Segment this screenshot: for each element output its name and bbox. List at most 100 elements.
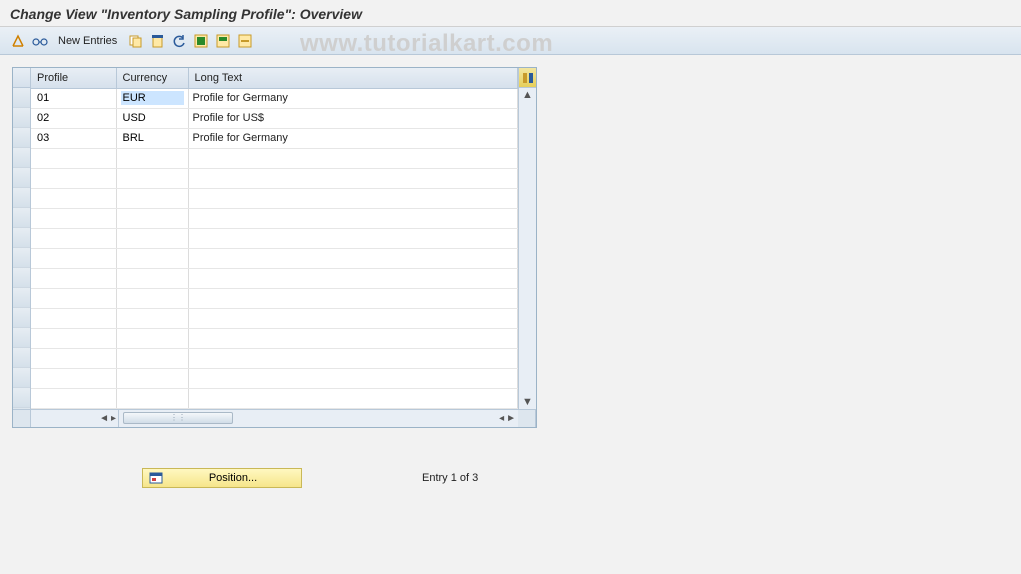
- cell-longtext[interactable]: [188, 168, 518, 188]
- currency-input[interactable]: [121, 211, 184, 225]
- row-selector[interactable]: [13, 208, 30, 228]
- select-all-icon[interactable]: [193, 33, 209, 49]
- cell-currency[interactable]: [116, 248, 188, 268]
- row-selector[interactable]: [13, 188, 30, 208]
- new-entries-button[interactable]: New Entries: [54, 35, 121, 47]
- scroll-last-icon[interactable]: ►: [506, 413, 516, 424]
- cell-currency[interactable]: [116, 168, 188, 188]
- table-row[interactable]: [31, 308, 518, 328]
- cell-profile[interactable]: [31, 168, 116, 188]
- currency-input[interactable]: [121, 191, 184, 205]
- table-row[interactable]: [31, 288, 518, 308]
- deselect-all-icon[interactable]: [237, 33, 253, 49]
- hscroll-track[interactable]: ⋮⋮ ◂ ►: [119, 410, 518, 427]
- table-row[interactable]: [31, 348, 518, 368]
- table-row[interactable]: [31, 368, 518, 388]
- row-selector[interactable]: [13, 168, 30, 188]
- hscroll-thumb[interactable]: ⋮⋮: [123, 412, 233, 424]
- table-row[interactable]: [31, 148, 518, 168]
- profile-input[interactable]: [35, 331, 112, 345]
- profile-input[interactable]: [35, 151, 112, 165]
- cell-longtext[interactable]: [188, 288, 518, 308]
- toggle-icon[interactable]: [10, 33, 26, 49]
- scroll-right-icon[interactable]: ◂: [499, 413, 504, 424]
- profile-input[interactable]: [35, 231, 112, 245]
- cell-profile[interactable]: [31, 148, 116, 168]
- currency-input[interactable]: [121, 271, 184, 285]
- cell-currency[interactable]: [116, 88, 188, 108]
- currency-input[interactable]: [121, 151, 184, 165]
- currency-input[interactable]: [121, 371, 184, 385]
- cell-longtext[interactable]: [188, 388, 518, 408]
- cell-currency[interactable]: [116, 328, 188, 348]
- cell-currency[interactable]: [116, 108, 188, 128]
- table-row[interactable]: [31, 388, 518, 408]
- row-selector[interactable]: [13, 368, 30, 388]
- col-header-profile[interactable]: Profile: [31, 68, 116, 88]
- row-selector[interactable]: [13, 388, 30, 408]
- profile-input[interactable]: [35, 111, 112, 125]
- position-button[interactable]: Position...: [142, 468, 302, 488]
- currency-input[interactable]: [121, 331, 184, 345]
- row-selector[interactable]: [13, 228, 30, 248]
- table-row[interactable]: Profile for US$: [31, 108, 518, 128]
- cell-profile[interactable]: [31, 348, 116, 368]
- profile-input[interactable]: [35, 191, 112, 205]
- cell-currency[interactable]: [116, 368, 188, 388]
- cell-longtext[interactable]: [188, 308, 518, 328]
- cell-currency[interactable]: [116, 208, 188, 228]
- table-row[interactable]: [31, 208, 518, 228]
- cell-profile[interactable]: [31, 228, 116, 248]
- currency-input[interactable]: [121, 291, 184, 305]
- profile-input[interactable]: [35, 271, 112, 285]
- currency-input[interactable]: [121, 351, 184, 365]
- currency-input[interactable]: [121, 231, 184, 245]
- currency-input[interactable]: [121, 311, 184, 325]
- row-selector[interactable]: [13, 328, 30, 348]
- hscroll-left-arrows[interactable]: ◄ ▸: [31, 410, 119, 427]
- table-row[interactable]: [31, 188, 518, 208]
- cell-profile[interactable]: [31, 308, 116, 328]
- cell-profile[interactable]: [31, 188, 116, 208]
- row-selector[interactable]: [13, 348, 30, 368]
- cell-longtext[interactable]: [188, 368, 518, 388]
- cell-longtext[interactable]: [188, 248, 518, 268]
- cell-longtext[interactable]: [188, 348, 518, 368]
- profile-input[interactable]: [35, 251, 112, 265]
- table-row[interactable]: [31, 168, 518, 188]
- cell-profile[interactable]: [31, 208, 116, 228]
- currency-input[interactable]: [121, 171, 184, 185]
- row-selector[interactable]: [13, 288, 30, 308]
- glasses-icon[interactable]: [32, 33, 48, 49]
- row-selector[interactable]: [13, 108, 30, 128]
- row-selector[interactable]: [13, 268, 30, 288]
- table-row[interactable]: [31, 328, 518, 348]
- scroll-first-icon[interactable]: ◄: [99, 413, 109, 424]
- row-selector[interactable]: [13, 308, 30, 328]
- cell-longtext[interactable]: Profile for US$: [188, 108, 518, 128]
- table-row[interactable]: Profile for Germany: [31, 88, 518, 108]
- table-row[interactable]: Profile for Germany: [31, 128, 518, 148]
- cell-longtext[interactable]: [188, 208, 518, 228]
- row-selector[interactable]: [13, 88, 30, 108]
- cell-profile[interactable]: [31, 128, 116, 148]
- cell-longtext[interactable]: [188, 228, 518, 248]
- delete-icon[interactable]: [149, 33, 165, 49]
- row-selector[interactable]: [13, 128, 30, 148]
- cell-profile[interactable]: [31, 108, 116, 128]
- cell-profile[interactable]: [31, 288, 116, 308]
- col-header-longtext[interactable]: Long Text: [188, 68, 518, 88]
- selection-header[interactable]: [13, 68, 30, 88]
- cell-longtext[interactable]: [188, 328, 518, 348]
- cell-currency[interactable]: [116, 268, 188, 288]
- cell-profile[interactable]: [31, 388, 116, 408]
- copy-icon[interactable]: [127, 33, 143, 49]
- cell-currency[interactable]: [116, 128, 188, 148]
- cell-profile[interactable]: [31, 368, 116, 388]
- profile-input[interactable]: [35, 211, 112, 225]
- currency-input[interactable]: [121, 91, 184, 105]
- currency-input[interactable]: [121, 391, 184, 405]
- cell-longtext[interactable]: Profile for Germany: [188, 88, 518, 108]
- cell-longtext[interactable]: [188, 148, 518, 168]
- table-row[interactable]: [31, 248, 518, 268]
